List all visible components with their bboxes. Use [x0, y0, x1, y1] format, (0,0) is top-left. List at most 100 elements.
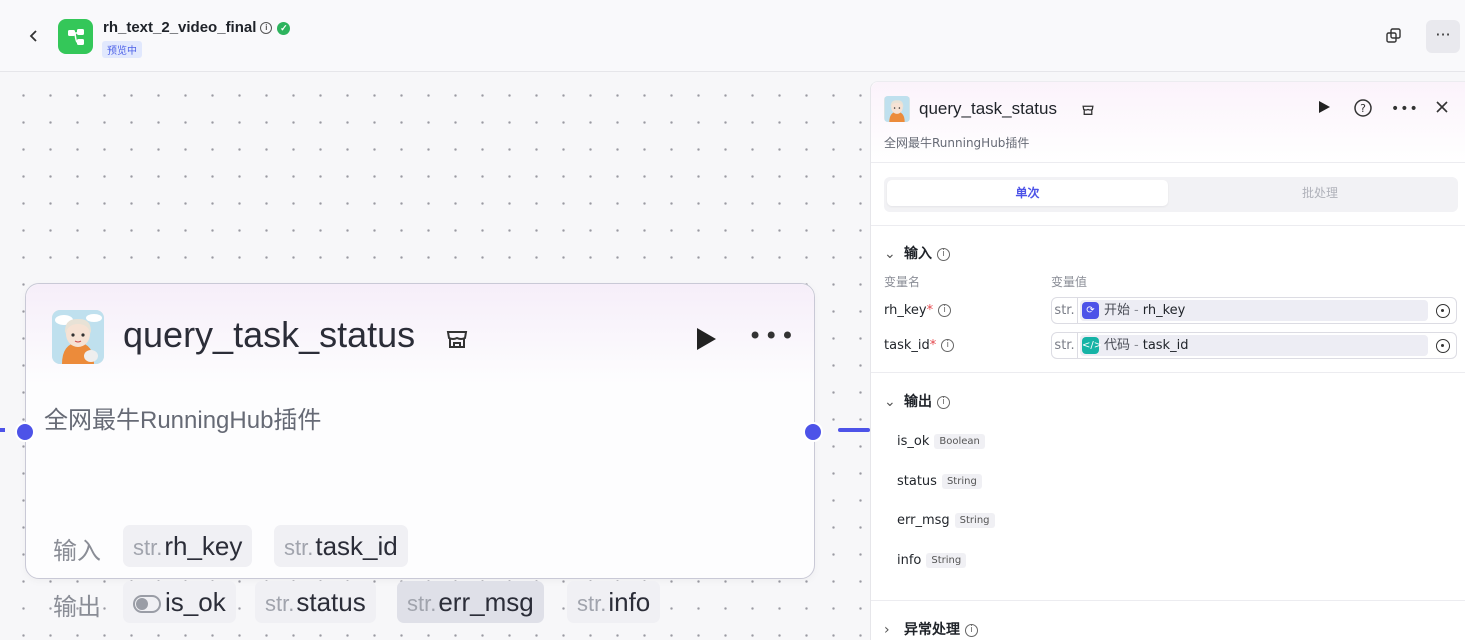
var-value-field[interactable]: str. </> 代码 - task_id: [1051, 332, 1457, 359]
type-prefix: str.: [265, 591, 295, 616]
section-title: 输入: [904, 246, 932, 262]
outgoing-edge: [838, 428, 870, 432]
node-title: query_task_status: [123, 314, 416, 355]
svg-text:?: ?: [1360, 102, 1366, 115]
code-node-icon: </>: [1082, 337, 1102, 354]
run-mode-tabs: 单次 批处理: [884, 177, 1458, 212]
node-output-chip[interactable]: str.info: [567, 581, 661, 623]
info-icon[interactable]: i: [938, 304, 952, 317]
output-name: is_ok: [897, 434, 930, 449]
tab-batch[interactable]: 批处理: [1184, 180, 1456, 206]
type-tag: String: [941, 474, 982, 489]
app-title: rh_text_2_video_final i ✓: [103, 19, 291, 36]
exception-section-header[interactable]: › 异常处理 i: [884, 619, 978, 639]
toggle-icon: [133, 595, 161, 614]
var-name-rh-key: rh_key* i: [884, 303, 952, 318]
column-header-name: 变量名: [884, 275, 921, 289]
var-name-text: task_id: [884, 338, 930, 353]
chip-label: info: [608, 587, 651, 617]
workflow-app-icon: [58, 19, 93, 54]
node-card[interactable]: query_task_status ••• 全网最牛RunningHub插件 输…: [25, 283, 815, 623]
required-mark: *: [929, 338, 937, 353]
section-title: 异常处理: [904, 622, 960, 638]
store-icon: [444, 326, 470, 352]
var-name-task-id: task_id* i: [884, 338, 955, 353]
node-input-chip[interactable]: str.rh_key: [123, 525, 253, 567]
node-input-label: 输入: [53, 537, 101, 565]
tab-single[interactable]: 单次: [887, 180, 1168, 206]
info-icon[interactable]: i: [965, 623, 978, 637]
ref-var-name: task_id: [1142, 338, 1189, 353]
status-badge: 预览中: [102, 41, 142, 58]
type-prefix: str.: [1052, 298, 1078, 323]
node-config-panel: query_task_status 全网最牛RunningHub插件 ? •••…: [870, 81, 1465, 640]
panel-title: query_task_status: [919, 99, 1057, 118]
run-icon[interactable]: [694, 326, 718, 352]
divider: [871, 162, 1465, 163]
chevron-right-icon: ›: [884, 622, 890, 638]
node-output-chip[interactable]: is_ok: [123, 581, 236, 623]
panel-description: 全网最牛RunningHub插件: [884, 136, 1030, 150]
output-section-header[interactable]: ⌄ 输出 i: [884, 391, 950, 411]
info-icon[interactable]: i: [260, 22, 273, 35]
var-value-field[interactable]: str. ⟳ 开始 - rh_key: [1051, 297, 1457, 324]
published-check-icon: ✓: [277, 21, 291, 35]
plugin-avatar: [52, 310, 104, 364]
chip-label: err_msg: [438, 587, 534, 617]
variable-reference[interactable]: </> 代码 - task_id: [1080, 335, 1428, 356]
input-port[interactable]: [15, 422, 35, 442]
back-icon[interactable]: [24, 26, 44, 46]
workflow-canvas[interactable]: query_task_status ••• 全网最牛RunningHub插件 输…: [0, 72, 870, 640]
copy-icon[interactable]: [1383, 25, 1405, 47]
type-prefix: str.: [1052, 333, 1078, 358]
section-title: 输出: [904, 394, 932, 410]
more-icon[interactable]: •••: [1391, 98, 1418, 120]
output-name: info: [897, 553, 922, 568]
input-mode-icon[interactable]: [1436, 304, 1450, 318]
incoming-edge: [0, 428, 5, 432]
ref-var-name: rh_key: [1142, 303, 1186, 318]
type-prefix: str.: [133, 535, 163, 560]
ref-separator: -: [1134, 338, 1139, 353]
type-tag: Boolean: [934, 434, 985, 449]
divider: [871, 372, 1465, 373]
type-tag: String: [926, 553, 967, 568]
type-prefix: str.: [577, 591, 607, 616]
node-description: 全网最牛RunningHub插件: [44, 407, 322, 434]
type-tag: String: [954, 513, 995, 528]
output-item: info String: [897, 553, 967, 568]
chip-label: rh_key: [164, 531, 243, 561]
input-section-header[interactable]: ⌄ 输入 i: [884, 243, 950, 263]
more-menu-button[interactable]: ···: [1426, 20, 1460, 53]
ref-separator: -: [1134, 303, 1139, 318]
ref-node-name: 代码: [1104, 338, 1131, 353]
store-icon: [1081, 102, 1095, 116]
input-mode-icon[interactable]: [1436, 339, 1450, 353]
ref-node-name: 开始: [1104, 303, 1131, 318]
chevron-down-icon: ⌄: [884, 394, 896, 410]
required-mark: *: [926, 303, 934, 318]
output-port[interactable]: [803, 422, 823, 442]
divider: [871, 600, 1465, 601]
help-icon[interactable]: ?: [1352, 98, 1374, 120]
info-icon[interactable]: i: [937, 247, 950, 261]
var-name-text: rh_key: [884, 303, 927, 318]
divider: [871, 225, 1465, 226]
info-icon[interactable]: i: [937, 395, 950, 409]
output-item: is_ok Boolean: [897, 434, 985, 449]
chip-label: is_ok: [165, 587, 226, 617]
node-output-chip[interactable]: str.err_msg: [397, 581, 544, 623]
output-name: err_msg: [897, 513, 950, 528]
node-more-icon[interactable]: •••: [748, 322, 794, 352]
chip-label: task_id: [315, 531, 398, 561]
node-output-chip[interactable]: str.status: [255, 581, 376, 623]
node-input-chip[interactable]: str.task_id: [274, 525, 408, 567]
run-icon[interactable]: [1313, 98, 1335, 120]
output-item: status String: [897, 474, 982, 489]
info-icon[interactable]: i: [941, 339, 955, 352]
node-output-label: 输出: [53, 593, 101, 621]
plugin-avatar: [884, 96, 910, 122]
type-prefix: str.: [407, 591, 437, 616]
variable-reference[interactable]: ⟳ 开始 - rh_key: [1080, 300, 1428, 321]
close-icon[interactable]: [1431, 98, 1453, 120]
